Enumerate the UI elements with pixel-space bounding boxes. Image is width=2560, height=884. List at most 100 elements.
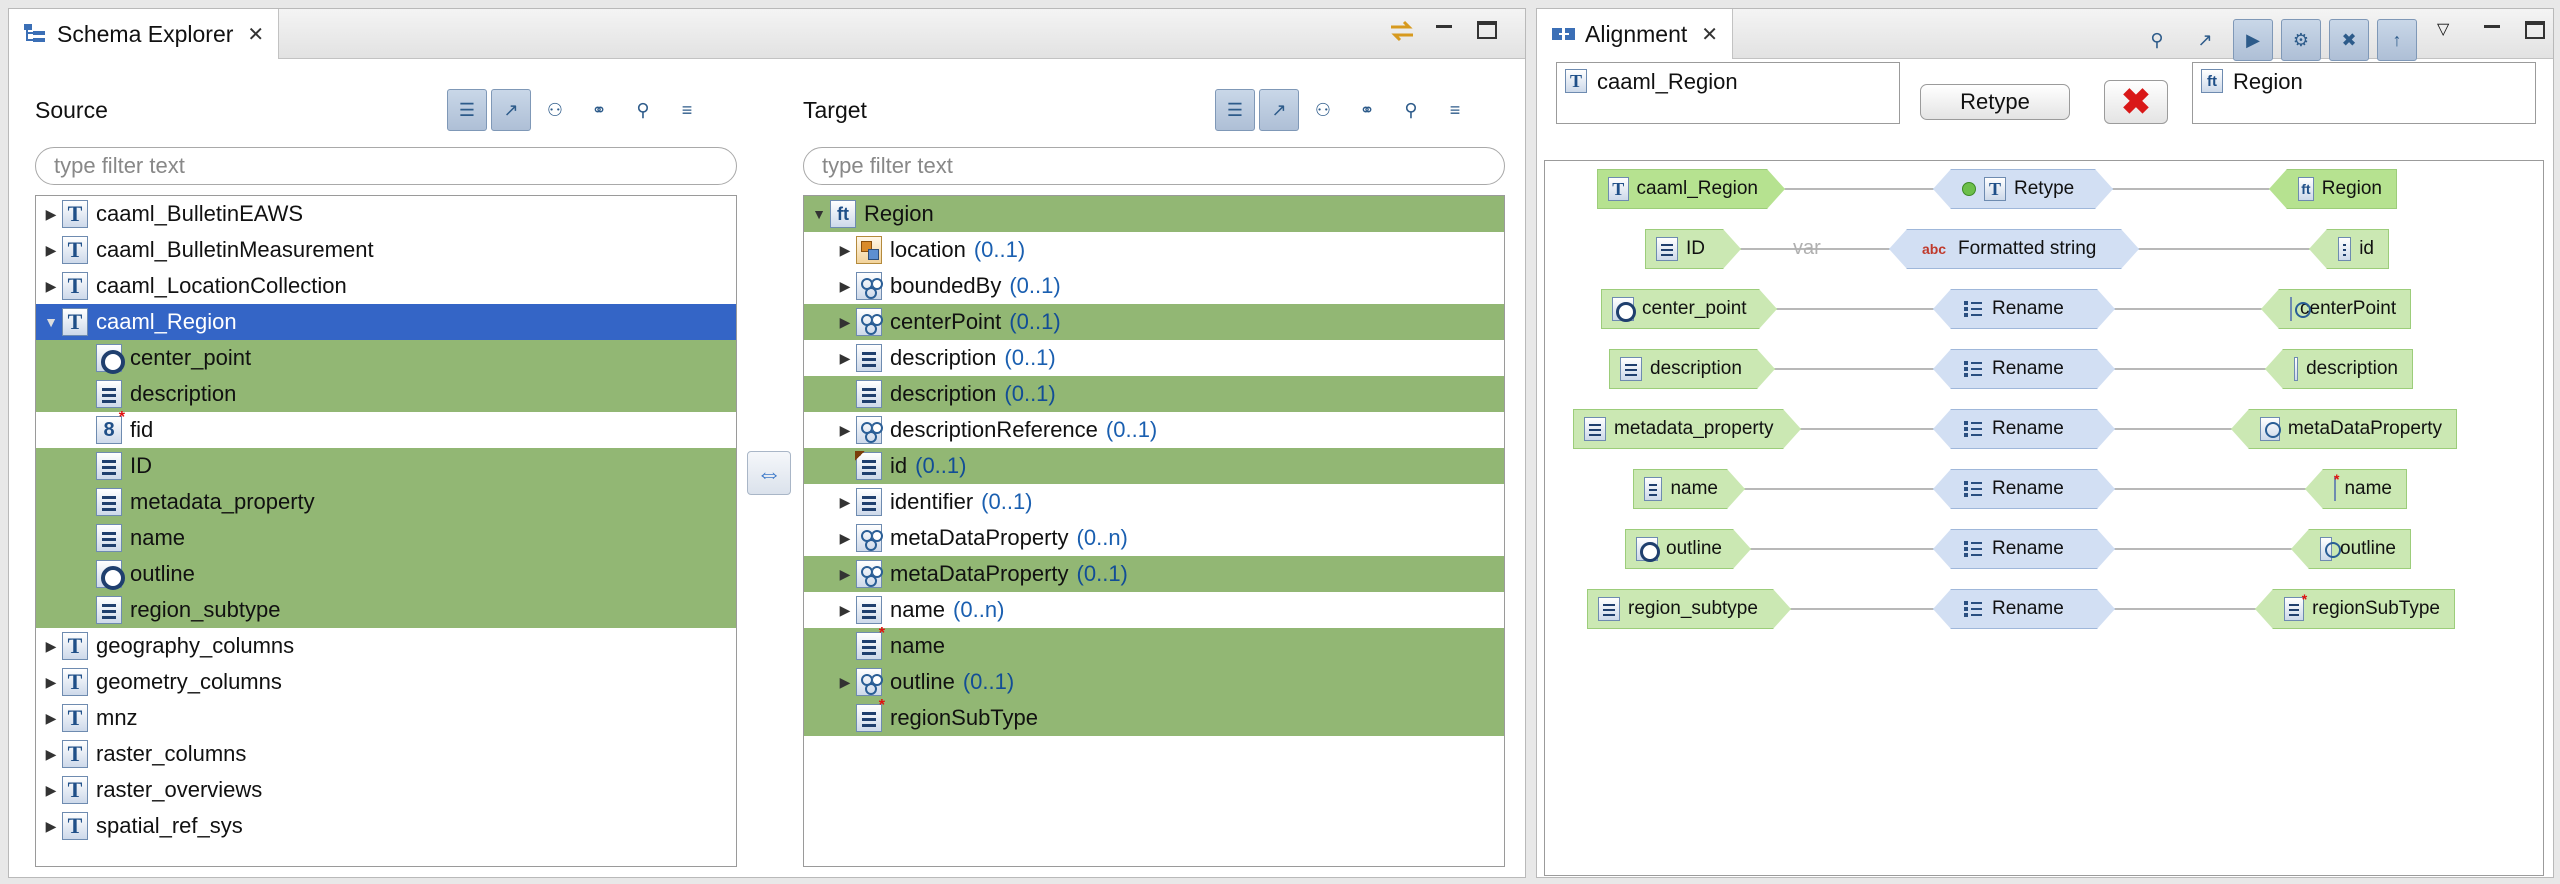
maximize-icon[interactable] xyxy=(2525,21,2545,39)
target-node[interactable]: name xyxy=(2305,469,2407,509)
tree-row[interactable]: ▶ boundedBy (0..1) xyxy=(804,268,1504,304)
target-node[interactable]: outline xyxy=(2291,529,2411,569)
collapsed-icon[interactable]: ▶ xyxy=(40,239,62,261)
view-menu-icon[interactable]: ▽ xyxy=(2437,19,2459,41)
source-node[interactable]: metadata_property xyxy=(1573,409,1801,449)
collapsed-icon[interactable]: ▶ xyxy=(834,527,856,549)
tree-row[interactable]: ▶ Tspatial_ref_sys xyxy=(36,808,736,844)
retype-button[interactable]: Retype xyxy=(1920,84,2070,120)
tree-row[interactable]: ▶ metaDataProperty (0..1) xyxy=(804,556,1504,592)
menu-list-icon[interactable]: ≡ xyxy=(667,89,707,131)
tree-row[interactable]: ▶ Tcaaml_BulletinEAWS xyxy=(36,196,736,232)
hierarchy-icon[interactable]: ⚲ xyxy=(623,89,663,131)
link-icon[interactable]: ↗ xyxy=(491,89,531,131)
function-node[interactable]: Rename xyxy=(1933,589,2115,629)
tree-row[interactable]: ▶ Tgeography_columns xyxy=(36,628,736,664)
source-node[interactable]: center_point xyxy=(1601,289,1777,329)
delete-icon[interactable]: ✖ xyxy=(2104,80,2168,124)
type-filter-icon[interactable]: ⚇ xyxy=(1303,89,1343,131)
tree-row[interactable]: ▼ Tcaaml_Region xyxy=(36,304,736,340)
tree-row[interactable]: description xyxy=(36,376,736,412)
tree-row[interactable]: outline xyxy=(36,556,736,592)
target-node[interactable]: metaDataProperty xyxy=(2231,409,2457,449)
tree-row[interactable]: ▶ Tcaaml_LocationCollection xyxy=(36,268,736,304)
tree-row[interactable]: ▶ centerPoint (0..1) xyxy=(804,304,1504,340)
target-node[interactable]: centerPoint xyxy=(2261,289,2411,329)
target-node[interactable]: description xyxy=(2265,349,2413,389)
source-node[interactable]: description xyxy=(1609,349,1775,389)
collapsed-icon[interactable]: ▶ xyxy=(40,779,62,801)
tree-row[interactable]: center_point xyxy=(36,340,736,376)
tree-row[interactable]: ▶ Tmnz xyxy=(36,700,736,736)
tree-row[interactable]: ▶ description (0..1) xyxy=(804,340,1504,376)
tree-row[interactable]: name xyxy=(804,625,1504,664)
sync-icon[interactable] xyxy=(1389,19,1413,42)
tab-schema-explorer[interactable]: Schema Explorer ✕ xyxy=(9,9,280,59)
link-icon[interactable]: ↗ xyxy=(1259,89,1299,131)
close-icon[interactable]: ✕ xyxy=(247,22,264,47)
tree-row[interactable]: ID xyxy=(36,448,736,484)
source-node[interactable]: region_subtype xyxy=(1587,589,1791,629)
source-filter-input[interactable]: type filter text xyxy=(35,147,737,185)
swap-icon[interactable]: ⇔ xyxy=(747,451,791,495)
tree-row[interactable]: regionSubType xyxy=(804,697,1504,736)
expanded-icon[interactable]: ▼ xyxy=(808,203,830,225)
tree-row[interactable]: ▶ identifier (0..1) xyxy=(804,484,1504,520)
tree-row[interactable]: metadata_property xyxy=(36,484,736,520)
collapsed-icon[interactable]: ▶ xyxy=(40,635,62,657)
source-node[interactable]: Tcaaml_Region xyxy=(1597,169,1785,209)
function-node[interactable]: Rename xyxy=(1933,469,2115,509)
tree-row[interactable]: ▶ descriptionReference (0..1) xyxy=(804,412,1504,448)
type-filter-icon[interactable]: ⚇ xyxy=(535,89,575,131)
expanded-icon[interactable]: ▼ xyxy=(40,311,62,333)
tab-alignment[interactable]: Alignment ✕ xyxy=(1537,9,1734,59)
filter-mapping-icon[interactable]: ⚙ xyxy=(2281,19,2321,61)
tree-layout-icon[interactable]: ⚲ xyxy=(2137,19,2177,61)
tree-row[interactable]: region_subtype xyxy=(36,592,736,628)
export-icon[interactable]: ↗ xyxy=(2185,19,2225,61)
source-node[interactable]: ID xyxy=(1645,229,1741,269)
tree-row[interactable]: ▶ Traster_overviews xyxy=(36,772,736,808)
target-filter-input[interactable]: type filter text xyxy=(803,147,1505,185)
collapsed-icon[interactable]: ▶ xyxy=(834,311,856,333)
tree-row[interactable]: ▶ metaDataProperty (0..n) xyxy=(804,520,1504,556)
collapsed-icon[interactable]: ▶ xyxy=(40,707,62,729)
list-view-icon[interactable]: ☰ xyxy=(1215,89,1255,131)
function-node[interactable]: Rename xyxy=(1933,409,2115,449)
collapsed-icon[interactable]: ▶ xyxy=(40,815,62,837)
group-icon[interactable]: ⚭ xyxy=(1347,89,1387,131)
tree-row[interactable]: name xyxy=(36,520,736,556)
function-node[interactable]: Rename xyxy=(1933,289,2115,329)
source-node[interactable]: name xyxy=(1633,469,1745,509)
collapsed-icon[interactable]: ▶ xyxy=(40,671,62,693)
tree-row[interactable]: ▼ ft Region xyxy=(804,196,1504,232)
minimize-icon[interactable] xyxy=(2481,19,2503,41)
hierarchy-icon[interactable]: ⚲ xyxy=(1391,89,1431,131)
tree-row[interactable]: ▶ outline (0..1) xyxy=(804,664,1504,700)
function-node[interactable]: T Retype xyxy=(1933,169,2113,209)
target-node[interactable]: ft Region xyxy=(2269,169,2397,209)
collapsed-icon[interactable]: ▶ xyxy=(834,239,856,261)
tree-row[interactable]: ▶ location (0..1) xyxy=(804,232,1504,268)
list-view-icon[interactable]: ☰ xyxy=(447,89,487,131)
collapsed-icon[interactable]: ▶ xyxy=(834,599,856,621)
cancel-icon[interactable]: ✖ xyxy=(2329,19,2369,61)
function-node[interactable]: Rename xyxy=(1933,349,2115,389)
collapsed-icon[interactable]: ▶ xyxy=(834,491,856,513)
maximize-icon[interactable] xyxy=(1477,21,1497,39)
minimize-icon[interactable] xyxy=(1433,19,1455,41)
tree-row[interactable]: 8fid xyxy=(36,409,736,448)
tree-row[interactable]: ▶ Traster_columns xyxy=(36,736,736,772)
collapsed-icon[interactable]: ▶ xyxy=(834,347,856,369)
group-icon[interactable]: ⚭ xyxy=(579,89,619,131)
collapsed-icon[interactable]: ▶ xyxy=(834,563,856,585)
target-node[interactable]: regionSubType xyxy=(2255,589,2455,629)
tree-row[interactable]: ▶ name (0..n) xyxy=(804,592,1504,628)
collapsed-icon[interactable]: ▶ xyxy=(40,275,62,297)
collapsed-icon[interactable]: ▶ xyxy=(834,671,856,693)
tree-row[interactable]: description (0..1) xyxy=(804,376,1504,412)
collapsed-icon[interactable]: ▶ xyxy=(834,275,856,297)
tree-row[interactable]: ▶ Tcaaml_BulletinMeasurement xyxy=(36,232,736,268)
source-node[interactable]: outline xyxy=(1625,529,1751,569)
tree-row[interactable]: ▶ Tgeometry_columns xyxy=(36,664,736,700)
